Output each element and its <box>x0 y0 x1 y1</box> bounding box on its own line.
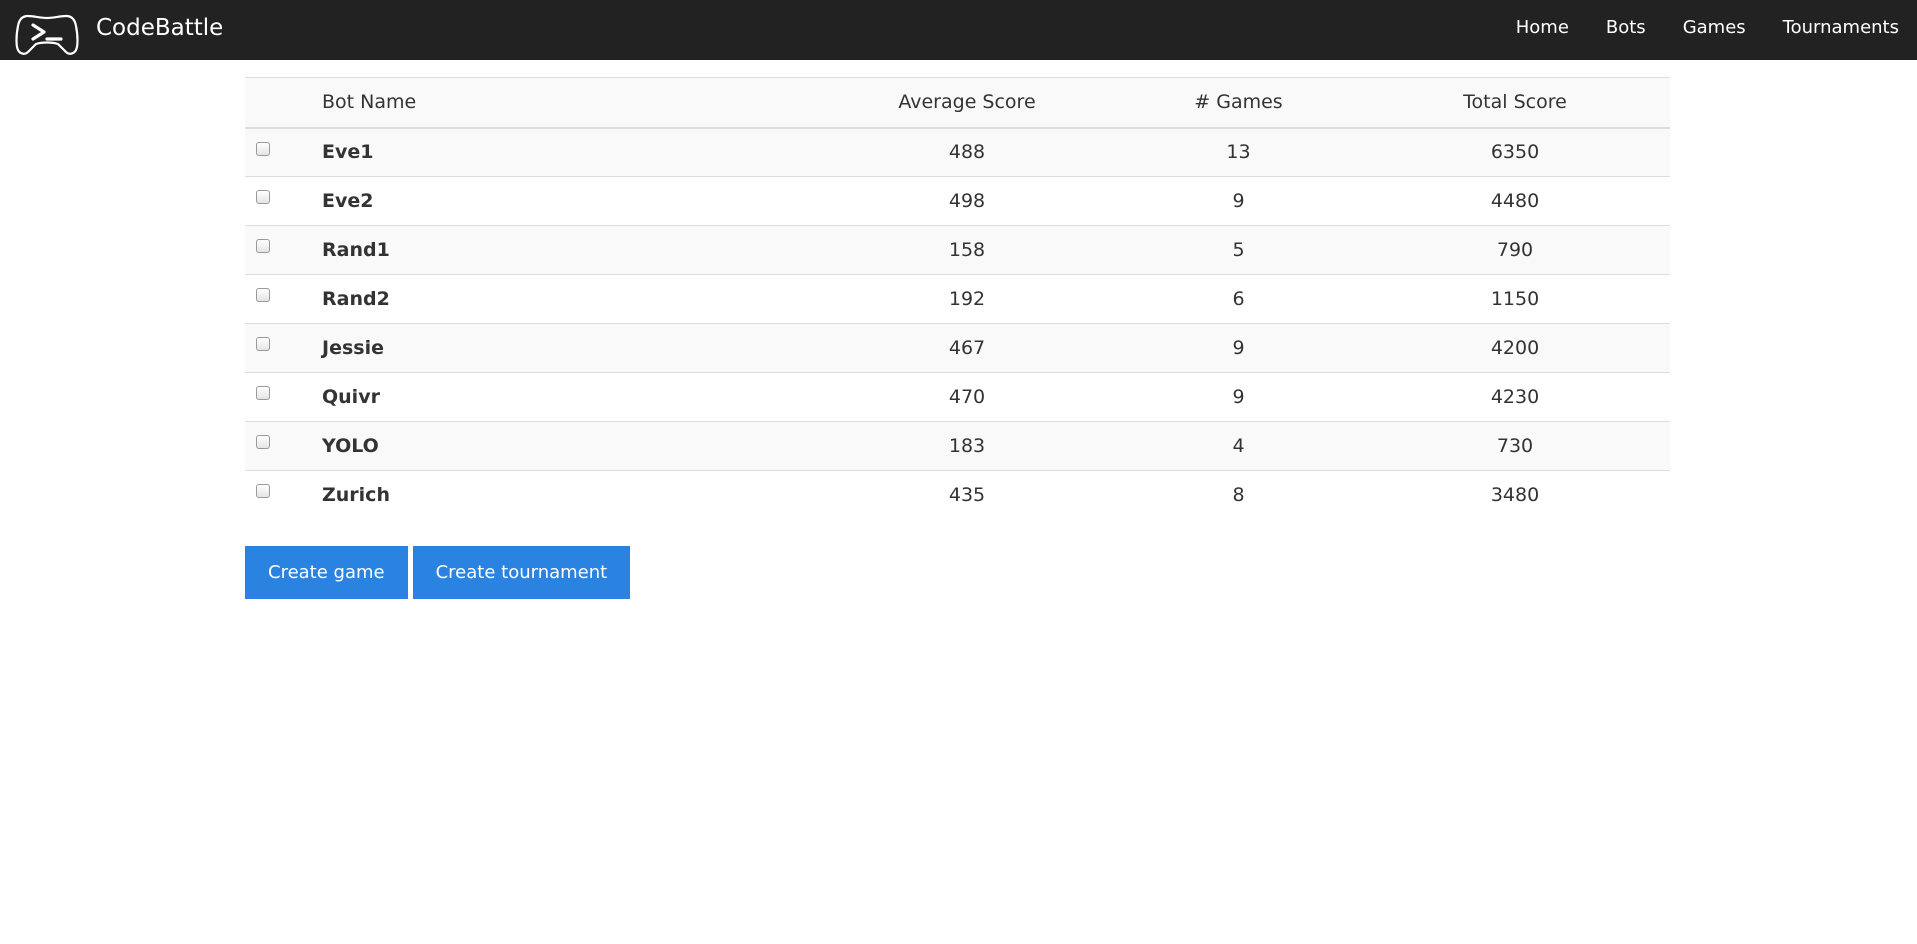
games-count: 9 <box>1232 386 1245 408</box>
create-game-button[interactable]: Create game <box>245 546 408 599</box>
total-score: 730 <box>1496 435 1534 457</box>
table-actions: Create game Create tournament <box>245 546 631 599</box>
table-header-row: Bot Name Average Score # Games Total Sco… <box>245 77 1670 128</box>
nav-link-home[interactable]: Home <box>1516 16 1569 40</box>
total-score: 3480 <box>1490 484 1540 507</box>
brand-name[interactable]: CodeBattle <box>96 13 223 43</box>
bot-name: Jessie <box>322 337 384 359</box>
bot-name: Quivr <box>322 386 380 408</box>
games-count: 5 <box>1232 239 1245 261</box>
row-select-cell <box>245 373 322 422</box>
row-select-checkbox[interactable] <box>256 435 270 449</box>
row-select-cell <box>245 177 322 226</box>
games-count: 13 <box>1226 141 1251 164</box>
average-score: 488 <box>948 141 986 164</box>
games-count: 4 <box>1232 435 1245 457</box>
row-select-checkbox[interactable] <box>256 337 270 351</box>
gamepad-terminal-icon[interactable] <box>14 10 80 56</box>
average-score: 498 <box>948 190 986 212</box>
row-select-checkbox[interactable] <box>256 288 270 302</box>
bot-name: Eve2 <box>322 190 374 212</box>
games-count: 6 <box>1232 288 1245 310</box>
nav-link-tournaments[interactable]: Tournaments <box>1783 16 1899 40</box>
row-select-checkbox[interactable] <box>256 484 270 498</box>
table-row: Zurich 435 8 3480 <box>245 470 1670 520</box>
row-select-cell <box>245 324 322 373</box>
row-select-cell <box>245 275 322 324</box>
row-select-checkbox[interactable] <box>256 386 270 400</box>
table-row: YOLO 183 4 730 <box>245 421 1670 471</box>
total-score: 4480 <box>1490 190 1540 212</box>
bot-name: Rand1 <box>322 239 390 261</box>
bot-name: YOLO <box>322 435 379 457</box>
total-score: 4200 <box>1490 337 1540 359</box>
table-row: Jessie 467 9 4200 <box>245 323 1670 373</box>
total-score: 1150 <box>1490 288 1540 310</box>
bot-name: Zurich <box>322 484 390 507</box>
bot-name: Eve1 <box>322 141 374 164</box>
top-navbar: CodeBattle Home Bots Games Tournaments <box>0 0 1917 60</box>
total-score: 4230 <box>1490 386 1540 408</box>
average-score: 158 <box>948 239 986 261</box>
games-count-header: # Games <box>1194 91 1283 114</box>
row-select-cell <box>245 226 322 275</box>
average-score: 183 <box>948 435 986 457</box>
table-row: Eve1 488 13 6350 <box>245 127 1670 177</box>
bots-table: Bot Name Average Score # Games Total Sco… <box>245 77 1670 520</box>
nav-link-bots[interactable]: Bots <box>1606 16 1646 40</box>
average-score: 470 <box>948 386 986 408</box>
games-count: 9 <box>1232 337 1245 359</box>
average-score-header: Average Score <box>898 91 1036 114</box>
table-row: Eve2 498 9 4480 <box>245 176 1670 226</box>
nav-link-games[interactable]: Games <box>1683 16 1746 40</box>
row-select-cell <box>245 422 322 471</box>
total-score: 790 <box>1496 239 1534 261</box>
select-column-header <box>245 78 322 128</box>
row-select-cell <box>245 128 322 177</box>
row-select-cell <box>245 471 322 520</box>
row-select-checkbox[interactable] <box>256 141 270 156</box>
games-count: 9 <box>1232 190 1245 212</box>
row-select-checkbox[interactable] <box>256 190 270 204</box>
table-row: Rand2 192 6 1150 <box>245 274 1670 324</box>
total-score: 6350 <box>1490 141 1540 164</box>
table-row: Quivr 470 9 4230 <box>245 372 1670 422</box>
average-score: 192 <box>948 288 986 310</box>
average-score: 467 <box>948 337 986 359</box>
average-score: 435 <box>948 484 986 507</box>
bot-name-header: Bot Name <box>322 91 417 114</box>
create-tournament-button[interactable]: Create tournament <box>412 546 631 599</box>
row-select-checkbox[interactable] <box>256 239 270 253</box>
total-score-header: Total Score <box>1463 91 1567 114</box>
table-row: Rand1 158 5 790 <box>245 225 1670 275</box>
nav-links: Home Bots Games Tournaments <box>1516 0 1899 55</box>
bot-name: Rand2 <box>322 288 390 310</box>
games-count: 8 <box>1232 484 1245 507</box>
